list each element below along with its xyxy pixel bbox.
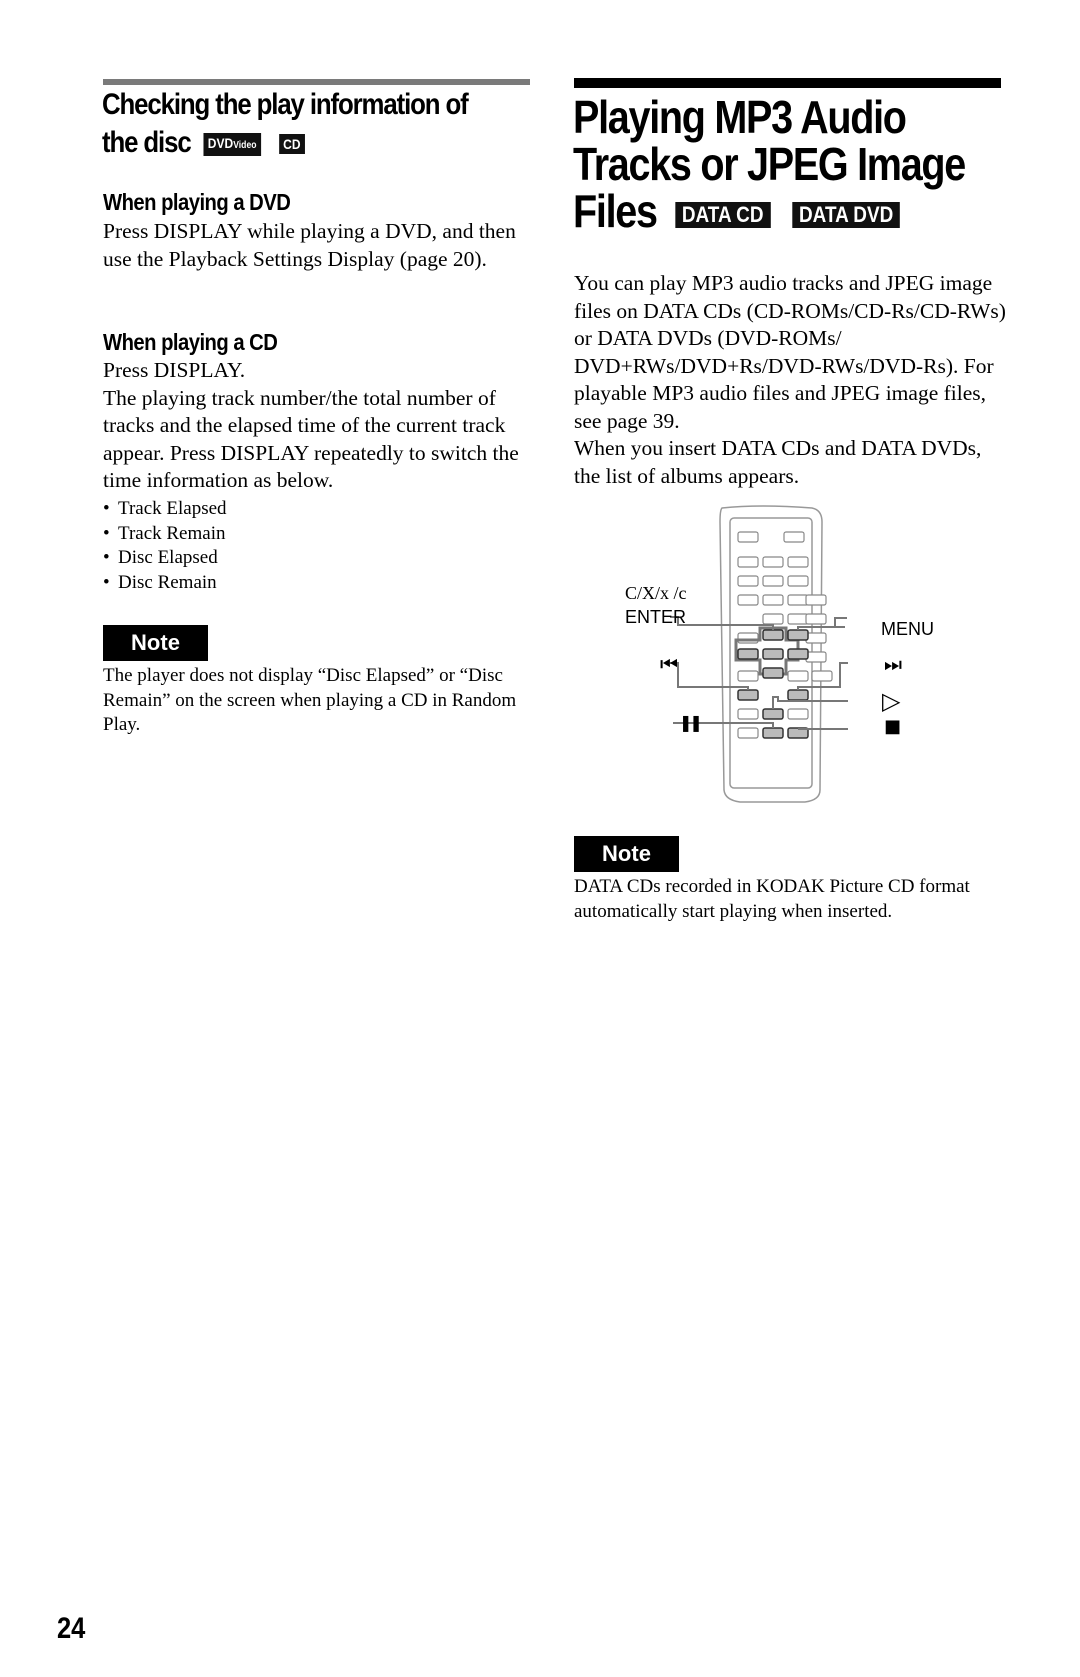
intro-paragraph-2: When you insert DATA CDs and DATA DVDs, …: [574, 436, 982, 488]
next-icon: ⏭: [884, 652, 902, 676]
list-item: Disc Elapsed: [103, 546, 227, 571]
play-icon: ▷: [882, 687, 901, 715]
section-title-line2: the disc: [102, 126, 192, 159]
menu-label: MENU: [881, 619, 934, 639]
pause-icon: ❚❚: [679, 713, 703, 732]
note-text: DATA CDs recorded in KODAK Picture CD fo…: [574, 876, 970, 922]
section-title-line2: Tracks or JPEG Image: [573, 138, 966, 190]
list-item: Track Elapsed: [103, 497, 227, 522]
time-info-list: Track Elapsed Track Remain Disc Elapsed …: [103, 497, 227, 595]
section-title-line1: Playing MP3 Audio: [573, 91, 907, 143]
cd-instruction-1: Press DISPLAY.: [103, 358, 246, 382]
section-title: Checking the play information of the dis…: [102, 86, 480, 162]
section-title-line3: Files: [573, 185, 658, 237]
enter-label: ENTER: [625, 607, 687, 627]
note-text: The player does not display “Disc Elapse…: [103, 665, 517, 735]
subheading-dvd: When playing a DVD: [103, 189, 291, 215]
cd-instructions: Press DISPLAY. The playing track number/…: [103, 357, 535, 495]
data-cd-badge: DATA CD: [675, 201, 771, 228]
highlighted-keys: [734, 626, 809, 739]
dvd-video-badge: DVDVideo: [203, 132, 261, 156]
section-title-line1: Checking the play information of: [102, 88, 469, 121]
previous-icon: ⏮: [660, 652, 678, 676]
stop-icon: ■: [884, 716, 902, 737]
section-title: Playing MP3 Audio Tracks or JPEG Image F…: [573, 94, 977, 235]
section-rule: [574, 78, 1001, 88]
note-label: Note: [574, 836, 679, 872]
cd-badge: CD: [278, 134, 305, 155]
note-label: Note: [103, 625, 208, 661]
cd-instruction-2: The playing track number/the total numbe…: [103, 385, 519, 493]
section-rule: [103, 79, 530, 85]
arrows-label: C/X/x /c: [625, 583, 687, 603]
list-item: Disc Remain: [103, 571, 227, 596]
dvd-instructions: Press DISPLAY while playing a DVD, and t…: [103, 219, 516, 271]
subheading-cd: When playing a CD: [103, 329, 278, 355]
page-number: 24: [57, 1612, 86, 1645]
intro-paragraph-1: You can play MP3 audio tracks and JPEG i…: [574, 271, 1006, 433]
intro-text: You can play MP3 audio tracks and JPEG i…: [574, 270, 1006, 490]
data-dvd-badge: DATA DVD: [792, 201, 901, 228]
remote-control-illustration: [670, 505, 848, 803]
list-item: Track Remain: [103, 522, 227, 547]
